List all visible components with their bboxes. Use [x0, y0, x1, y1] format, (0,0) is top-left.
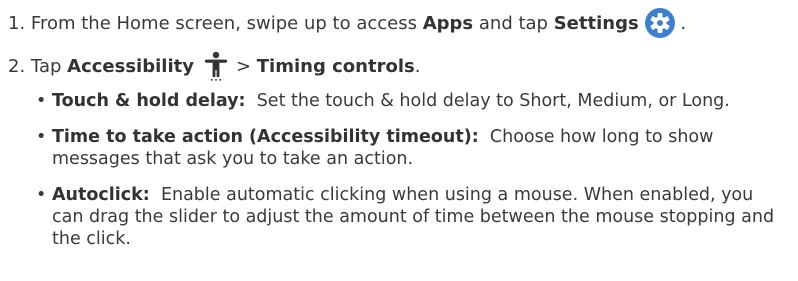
step-1-number: 1.: [8, 12, 26, 34]
step-2-text-after: .: [414, 55, 421, 77]
bullet-description: Set the touch & hold delay to Short, Med…: [256, 91, 730, 111]
bullet-dot-icon: •: [36, 127, 47, 147]
accessibility-person-icon: [204, 51, 228, 81]
step-1-text-before: From the Home screen, swipe up to access: [30, 12, 417, 34]
bullet-description: Enable automatic clicking when using a m…: [52, 185, 775, 249]
timing-controls-label: Timing controls: [256, 55, 415, 77]
apps-label: Apps: [422, 12, 474, 34]
list-item: • Time to take action (Accessibility tim…: [36, 126, 776, 170]
timing-options-list: • Touch & hold delay: Set the touch & ho…: [36, 90, 776, 250]
step-1: 1. From the Home screen, swipe up to acc…: [8, 8, 686, 38]
instructions-page: 1. From the Home screen, swipe up to acc…: [0, 0, 798, 281]
step-2-number: 2.: [8, 55, 26, 77]
bullet-term: Autoclick:: [52, 185, 150, 205]
accessibility-label: Accessibility: [67, 55, 194, 77]
settings-gear-icon: [644, 8, 675, 38]
bullet-dot-icon: •: [36, 91, 47, 111]
list-item: • Autoclick: Enable automatic clicking w…: [36, 184, 776, 250]
bullet-dot-icon: •: [36, 185, 47, 205]
step-1-text-middle: and tap: [478, 12, 548, 34]
bullet-term: Time to take action (Accessibility timeo…: [52, 127, 479, 147]
step-2: 2. Tap Accessibility > Timing controls .: [8, 51, 420, 81]
step-2-text-before: Tap: [30, 55, 62, 77]
step-1-text-after: .: [680, 12, 687, 34]
breadcrumb-separator: >: [235, 55, 252, 77]
settings-label: Settings: [553, 12, 639, 34]
list-item: • Touch & hold delay: Set the touch & ho…: [36, 90, 776, 112]
bullet-term: Touch & hold delay:: [52, 91, 246, 111]
